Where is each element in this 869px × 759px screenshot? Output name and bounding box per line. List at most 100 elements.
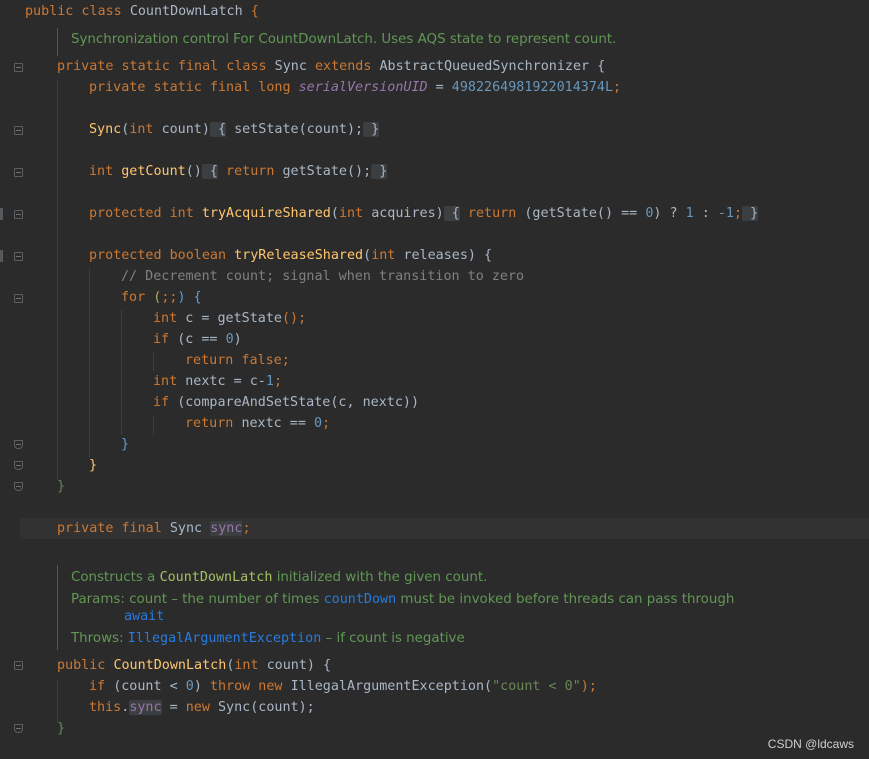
code-line[interactable]: protected boolean tryReleaseShared(int r… xyxy=(89,245,492,266)
keyword: return false xyxy=(185,353,282,368)
code-line[interactable]: public CountDownLatch(int count) { xyxy=(57,655,331,676)
keyword: int xyxy=(338,206,372,221)
code-line[interactable]: } xyxy=(121,434,129,455)
code-line[interactable]: } xyxy=(89,455,97,476)
fold-end-icon[interactable] xyxy=(14,440,23,449)
semicolon: (); xyxy=(282,311,307,326)
superclass-name: AbstractQueuedSynchronizer { xyxy=(379,59,606,74)
code-line[interactable]: if (count < 0) throw new IllegalArgument… xyxy=(89,676,597,697)
folded-brace[interactable]: } xyxy=(371,164,388,179)
keyword: int xyxy=(234,658,267,673)
folded-brace[interactable]: } xyxy=(363,122,380,137)
doc-link[interactable]: IllegalArgumentException xyxy=(128,631,321,646)
fold-icon[interactable] xyxy=(14,661,23,670)
code-line[interactable]: if (compareAndSetState(c, nextc)) xyxy=(153,392,419,413)
code-line[interactable]: int nextc = c-1; xyxy=(153,371,282,392)
semicolon: ; xyxy=(613,80,622,95)
keyword: protected int xyxy=(89,206,202,221)
doc-text: – if count is negative xyxy=(321,631,465,646)
keyword: int xyxy=(89,164,122,179)
code-line[interactable]: // Decrement count; signal when transiti… xyxy=(121,266,524,287)
doc-text: must be invoked before threads can pass … xyxy=(396,592,735,607)
method-name: CountDownLatch xyxy=(113,658,227,673)
paren: ) { xyxy=(177,290,202,305)
indent-guide xyxy=(121,310,122,435)
code-line[interactable]: return false; xyxy=(185,350,290,371)
expression: c = getState xyxy=(185,311,282,326)
code-line[interactable]: private static final long serialVersionU… xyxy=(89,77,621,98)
keyword: private final xyxy=(57,521,170,536)
override-marker-icon[interactable] xyxy=(0,250,3,262)
code-line[interactable]: if (c == 0) xyxy=(153,329,242,350)
fold-end-icon[interactable] xyxy=(14,482,23,491)
fold-icon[interactable] xyxy=(14,126,23,135)
method-name: getCount xyxy=(121,164,186,179)
paren: ( xyxy=(330,206,339,221)
code-editor[interactable]: public class CountDownLatch { Synchroniz… xyxy=(0,0,869,759)
paren: ) xyxy=(193,679,210,694)
number-literal: 4982264981922014374L xyxy=(451,80,614,95)
doc-code: CountDownLatch xyxy=(159,570,273,585)
code-line[interactable]: public class CountDownLatch { xyxy=(25,1,259,22)
semicolon: ;; xyxy=(161,290,178,305)
field-name: serialVersionUID xyxy=(298,80,428,95)
doc-link[interactable]: await xyxy=(124,609,164,624)
fold-icon[interactable] xyxy=(14,63,23,72)
fold-icon[interactable] xyxy=(14,210,23,219)
folded-brace[interactable]: { xyxy=(443,206,460,221)
override-marker-icon[interactable] xyxy=(0,208,3,220)
doc-text: initialized with the given count. xyxy=(272,570,488,585)
code-line[interactable]: this.sync = new Sync(count); xyxy=(89,697,315,718)
expression: nextc = c- xyxy=(185,374,266,389)
operator: = xyxy=(427,80,452,95)
code-line[interactable]: return nextc == 0; xyxy=(185,413,330,434)
param: count) xyxy=(161,122,210,137)
fold-end-icon[interactable] xyxy=(14,724,23,733)
code-line[interactable]: } xyxy=(57,476,65,497)
indent-guide xyxy=(89,268,90,458)
keyword: return xyxy=(459,206,525,221)
keyword: for xyxy=(121,290,154,305)
keyword: extends xyxy=(314,59,380,74)
doc-tag: Params: xyxy=(71,592,130,607)
semicolon: ; xyxy=(273,374,282,389)
code-line[interactable]: int getCount() { return getState(); } xyxy=(89,161,388,182)
indent-guide xyxy=(57,680,58,722)
param: releases) { xyxy=(403,248,493,263)
expression: Sync(count); xyxy=(218,700,315,715)
doc-tag: Throws: xyxy=(71,631,128,646)
code-line[interactable]: private static final class Sync extends … xyxy=(57,56,605,77)
fold-end-icon[interactable] xyxy=(14,461,23,470)
fold-icon[interactable] xyxy=(14,294,23,303)
keyword: protected boolean xyxy=(89,248,235,263)
doc-link[interactable]: countDown xyxy=(324,592,397,607)
fold-icon[interactable] xyxy=(14,252,23,261)
method-name: Sync xyxy=(89,122,122,137)
indent-guide xyxy=(153,415,154,435)
code-line[interactable]: protected int tryAcquireShared(int acqui… xyxy=(89,203,759,224)
method-name: tryReleaseShared xyxy=(234,248,364,263)
folded-brace[interactable]: } xyxy=(742,206,759,221)
keyword: if xyxy=(153,332,178,347)
fold-icon[interactable] xyxy=(14,168,23,177)
watermark: CSDN @ldcaws xyxy=(767,737,854,751)
folded-body: setState(count); xyxy=(226,122,364,137)
code-line[interactable]: int c = getState(); xyxy=(153,308,306,329)
number-literal: 1 xyxy=(265,374,274,389)
operator: : xyxy=(693,206,718,221)
editor-gutter[interactable] xyxy=(0,0,20,759)
number-literal: -1 xyxy=(717,206,734,221)
code-line[interactable]: } xyxy=(57,718,65,739)
folded-brace[interactable]: { xyxy=(209,122,227,137)
keyword: if xyxy=(153,395,178,410)
field-name: sync xyxy=(129,700,162,715)
doc-comment: Constructs a CountDownLatch initialized … xyxy=(71,569,487,587)
folded-brace[interactable]: { xyxy=(201,164,218,179)
expression: (count < xyxy=(113,679,186,694)
code-line[interactable]: for (;;) { xyxy=(121,287,202,308)
expression: (c == xyxy=(177,332,226,347)
code-line[interactable]: private final Sync sync; xyxy=(57,518,251,539)
doc-params-cont: await xyxy=(124,608,164,626)
code-line[interactable]: Sync(int count) { setState(count); } xyxy=(89,119,380,140)
doc-comment-bar xyxy=(57,28,58,56)
